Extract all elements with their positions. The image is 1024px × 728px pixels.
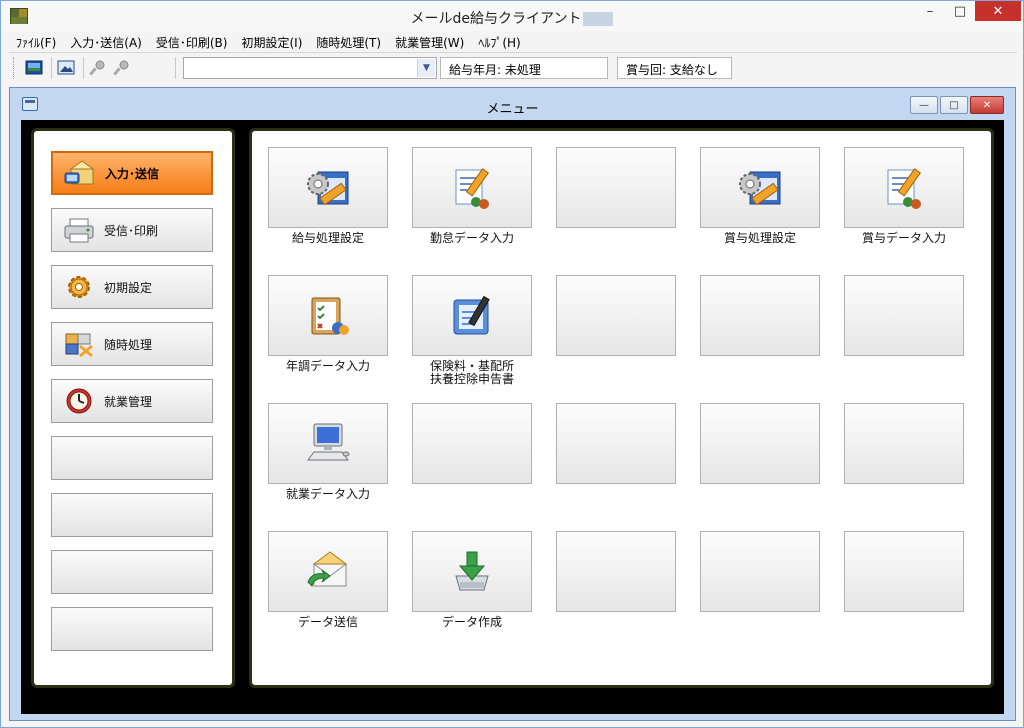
nav-initial-settings-label: 初期設定	[104, 280, 153, 295]
menu-help[interactable]: ﾍﾙﾌﾟ(H)	[471, 32, 527, 52]
bonus-input-tile[interactable]	[844, 147, 964, 228]
send-mail-icon	[307, 550, 348, 587]
nav-input-send-button[interactable]: 入力･送信	[51, 151, 213, 195]
printer-icon	[62, 215, 96, 245]
category-panel: 入力･送信 受信･印刷 初期設定 随時処理 就業管理	[31, 128, 235, 688]
nav-adhoc-processing-label: 随時処理	[104, 337, 153, 352]
child-minimize-button[interactable]: —	[910, 96, 938, 114]
menu-receive-print[interactable]: 受信･印刷(B)	[149, 32, 235, 52]
data-create-tile[interactable]	[412, 531, 532, 612]
empty-tile[interactable]	[556, 275, 676, 356]
menu-adhoc-processing[interactable]: 随時処理(T)	[309, 32, 388, 52]
nav-work-management-button[interactable]: 就業管理	[51, 379, 213, 423]
child-window-controls: — □ ✕	[910, 96, 1004, 114]
nav-work-management-label: 就業管理	[104, 394, 153, 409]
menu-input-send[interactable]: 入力･送信(A)	[63, 32, 149, 52]
work-data-input-label: 就業データ入力	[285, 487, 370, 501]
minimize-button[interactable]: –	[915, 1, 945, 21]
menu-bar: ﾌｧｲﾙ(F) 入力･送信(A) 受信･印刷(B) 初期設定(I) 随時処理(T…	[9, 32, 528, 52]
bonus-period-field: 賞与回: 支給なし	[617, 57, 732, 79]
company-select[interactable]: ▼	[183, 57, 437, 79]
computer-icon	[307, 423, 350, 460]
empty-tile[interactable]	[844, 531, 964, 612]
attendance-input-label: 勤怠データ入力	[429, 231, 514, 245]
nav-receive-print-label: 受信･印刷	[104, 223, 159, 238]
toolbar-separator	[51, 57, 52, 79]
title-bar[interactable]: メールde給与クライアント – □ ✕	[1, 1, 1023, 31]
bonus-input-label: 賞与データ入力	[861, 231, 946, 245]
download-tray-icon	[455, 551, 489, 590]
clock-icon	[62, 386, 96, 416]
empty-tile[interactable]	[700, 403, 820, 484]
work-data-input-tile[interactable]	[268, 403, 388, 484]
function-grid: 給与処理設定 勤怠データ入力 賞与処理設定 賞与データ入力 年調データ入力 保険…	[249, 128, 994, 688]
chevron-down-icon[interactable]: ▼	[417, 59, 435, 77]
year-end-input-label: 年調データ入力	[285, 359, 370, 373]
child-close-button[interactable]: ✕	[970, 96, 1004, 114]
bonus-settings-tile[interactable]	[700, 147, 820, 228]
settings-window-icon	[739, 171, 781, 205]
bonus-settings-label: 賞与処理設定	[723, 231, 796, 245]
puzzle-icon	[62, 329, 96, 359]
form-pen-icon	[453, 295, 490, 334]
empty-tile[interactable]	[844, 275, 964, 356]
title-redacted	[583, 12, 614, 26]
nav-empty-button[interactable]	[51, 436, 213, 480]
data-create-label: データ作成	[441, 615, 502, 629]
empty-tile[interactable]	[556, 147, 676, 228]
empty-tile[interactable]	[556, 403, 676, 484]
settings-window-icon	[307, 171, 349, 205]
menu-initial-settings[interactable]: 初期設定(I)	[234, 32, 309, 52]
key-icon[interactable]	[113, 59, 131, 77]
empty-tile[interactable]	[700, 275, 820, 356]
window-controls: – □ ✕	[915, 1, 1021, 22]
main-window: メールde給与クライアント – □ ✕ ﾌｧｲﾙ(F) 入力･送信(A) 受信･…	[0, 0, 1024, 728]
nav-empty-button[interactable]	[51, 607, 213, 651]
child-title-bar[interactable]: メニュー — □ ✕	[10, 88, 1015, 117]
checklist-icon	[311, 297, 349, 335]
toolbar: ▼ 給与年月: 未処理 賞与回: 支給なし	[9, 52, 1017, 82]
document-edit-icon	[887, 167, 922, 209]
nav-adhoc-processing-button[interactable]: 随時処理	[51, 322, 213, 366]
nav-input-send-label: 入力･送信	[105, 166, 160, 181]
toolbar-separator	[175, 57, 176, 79]
data-send-label: データ送信	[297, 615, 358, 629]
document-edit-icon	[455, 167, 490, 209]
menu-work-management[interactable]: 就業管理(W)	[388, 32, 471, 52]
empty-tile[interactable]	[556, 531, 676, 612]
empty-tile[interactable]	[700, 531, 820, 612]
pay-period-field: 給与年月: 未処理	[440, 57, 608, 79]
gear-icon	[62, 272, 96, 302]
envelope-icon	[63, 158, 97, 188]
child-window-title: メニュー	[486, 102, 539, 117]
nav-empty-button[interactable]	[51, 550, 213, 594]
close-button[interactable]: ✕	[975, 1, 1021, 21]
nav-empty-button[interactable]	[51, 493, 213, 537]
empty-tile[interactable]	[412, 403, 532, 484]
window-title-text: メールde給与クライアント	[410, 11, 582, 27]
year-end-input-tile[interactable]	[268, 275, 388, 356]
nav-initial-settings-button[interactable]: 初期設定	[51, 265, 213, 309]
picture-mountain-icon[interactable]	[57, 59, 75, 77]
nav-receive-print-button[interactable]: 受信･印刷	[51, 208, 213, 252]
attendance-input-tile[interactable]	[412, 147, 532, 228]
menu-body: 入力･送信 受信･印刷 初期設定 随時処理 就業管理 給与処理設定 勤怠データ入…	[21, 120, 1004, 714]
window-title: メールde給与クライアント	[1, 8, 1023, 28]
toolbar-separator	[83, 57, 84, 79]
empty-tile[interactable]	[844, 403, 964, 484]
menu-child-window: メニュー — □ ✕ 入力･送信 受信･印刷 初期設定 随時処理 就業管理 給与…	[9, 87, 1016, 721]
insurance-declaration-label: 保険料・基配所 扶養控除申告書	[429, 359, 514, 386]
pay-settings-label: 給与処理設定	[291, 231, 364, 245]
maximize-button[interactable]: □	[945, 1, 975, 21]
data-send-tile[interactable]	[268, 531, 388, 612]
toolbar-grip[interactable]	[13, 57, 16, 79]
picture-blue-icon[interactable]	[25, 59, 43, 77]
insurance-declaration-tile[interactable]	[412, 275, 532, 356]
menu-file[interactable]: ﾌｧｲﾙ(F)	[9, 32, 63, 52]
child-maximize-button[interactable]: □	[940, 96, 968, 114]
key-icon[interactable]	[89, 59, 107, 77]
pay-settings-tile[interactable]	[268, 147, 388, 228]
